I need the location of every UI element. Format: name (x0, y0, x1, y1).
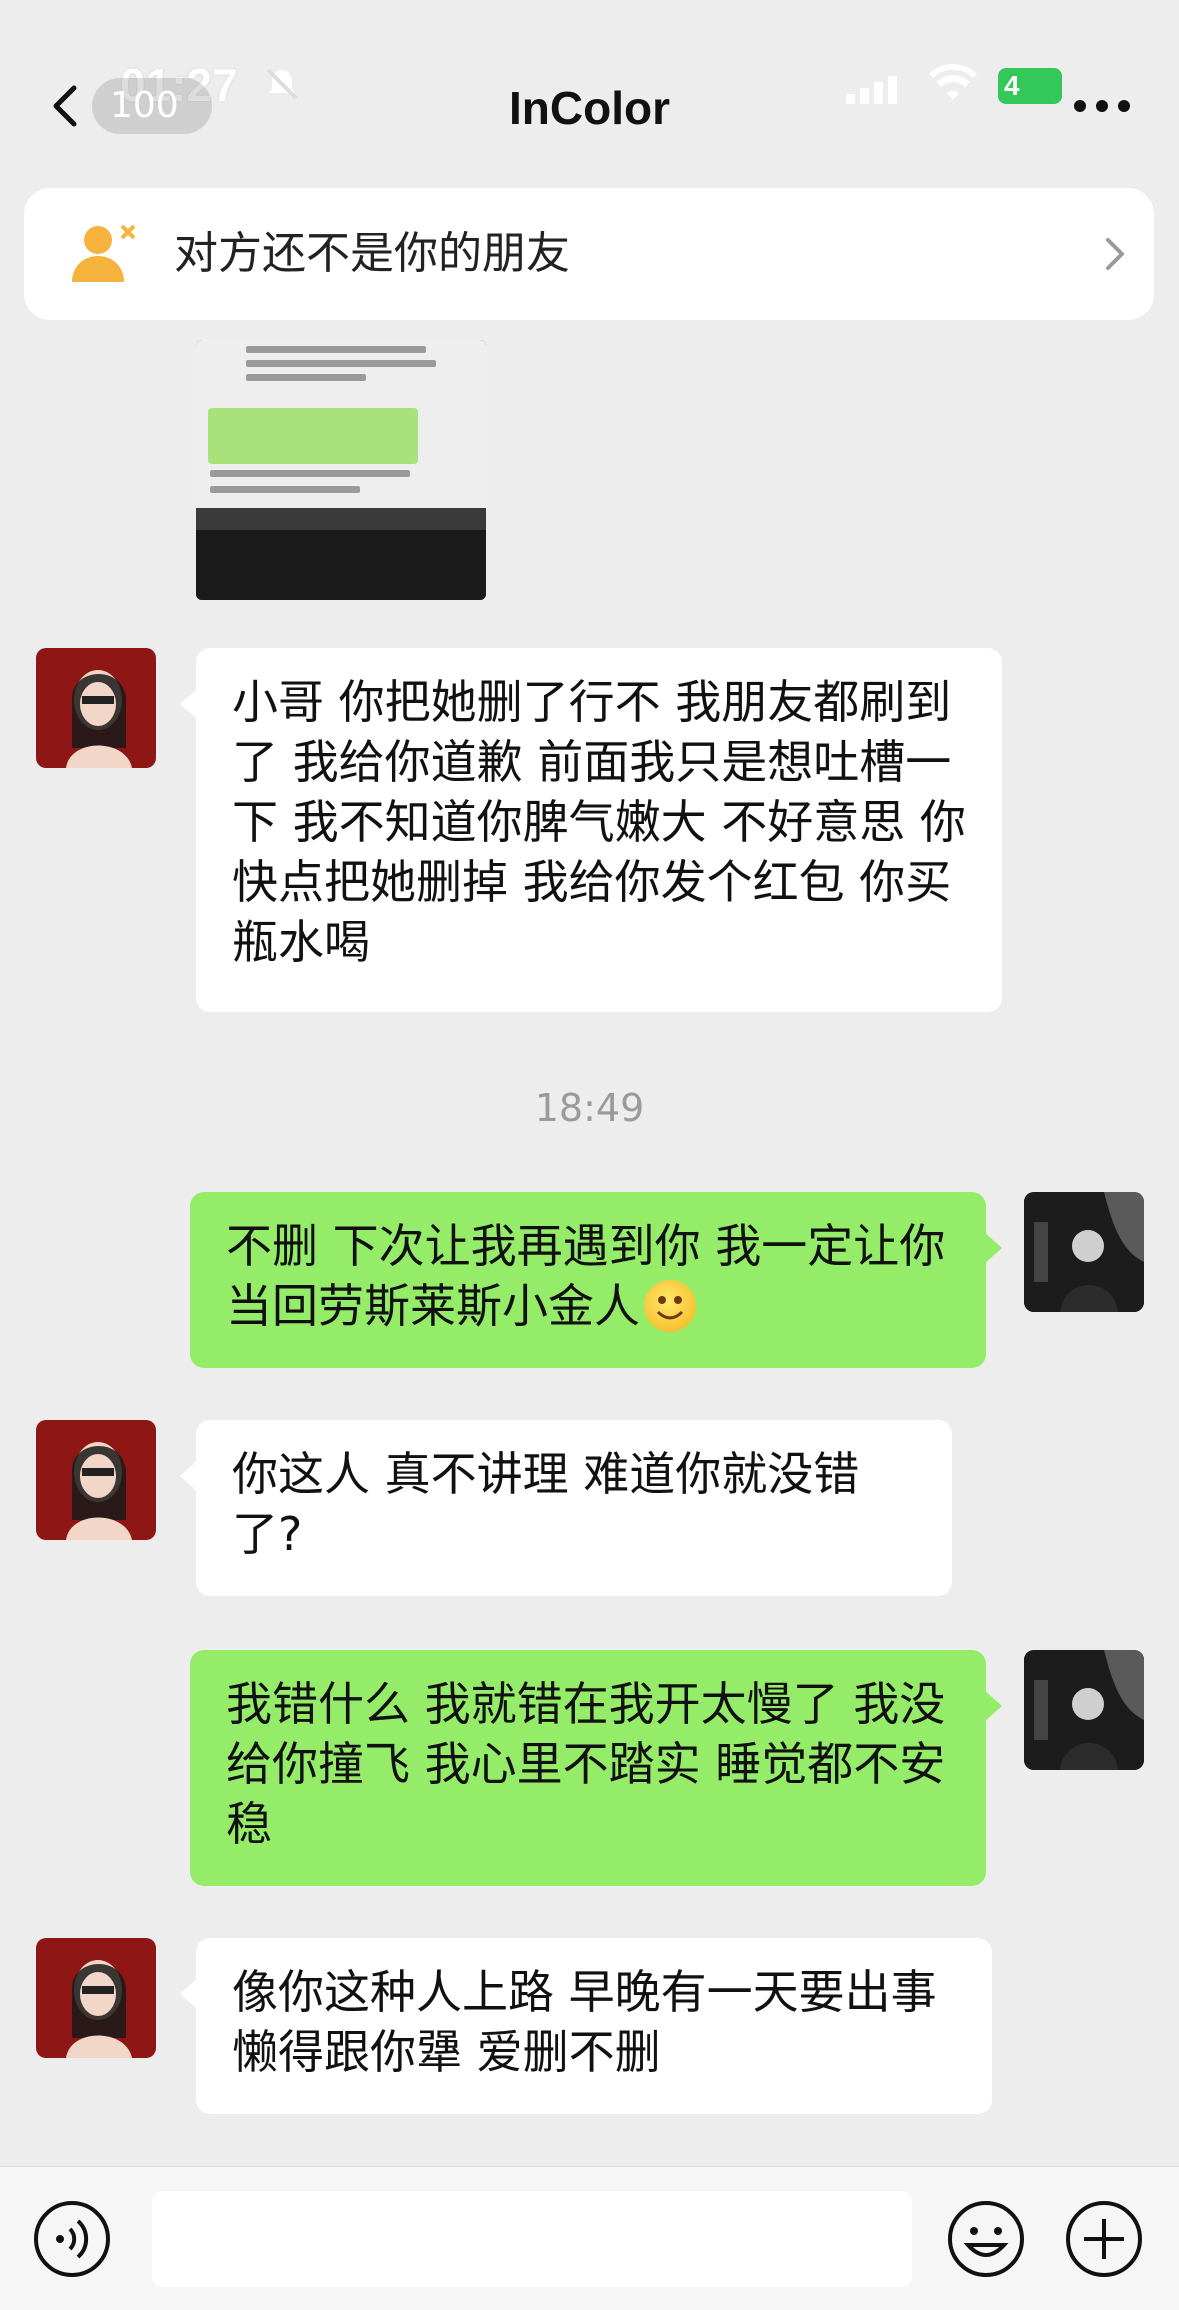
my-avatar[interactable] (1024, 1192, 1144, 1312)
message-text: 我错什么 我就错在我开太慢了 我没给你撞飞 我心里不踏实 睡觉都不安稳 (226, 1677, 946, 1851)
message-timestamp: 18:49 (534, 1086, 645, 1130)
smiley-emoji-icon (644, 1280, 696, 1332)
outgoing-message-bubble: 我错什么 我就错在我开太慢了 我没给你撞飞 我心里不踏实 睡觉都不安稳 (190, 1650, 1002, 1886)
message-input[interactable] (152, 2191, 912, 2287)
my-avatar[interactable] (1024, 1650, 1144, 1770)
not-friend-text: 对方还不是你的朋友 (174, 228, 570, 279)
incoming-message-bubble: 像你这种人上路 早晚有一天要出事 懒得跟你犟 爱删不删 (180, 1938, 992, 2114)
more-dots-icon[interactable] (1070, 94, 1134, 118)
contact-avatar[interactable] (36, 648, 156, 768)
message-text: 像你这种人上路 早晚有一天要出事 懒得跟你犟 爱删不删 (232, 1965, 937, 2079)
message-text: 不删 下次让我再遇到你 我一定让你当回劳斯莱斯小金人 (226, 1219, 946, 1333)
message-text: 你这人 真不讲理 难道你就没错了? (232, 1447, 860, 1561)
chat-title: InColor (509, 82, 670, 134)
not-friend-banner[interactable]: 对方还不是你的朋友 (24, 188, 1154, 320)
voice-icon[interactable] (32, 2199, 112, 2283)
user-not-friend-icon (70, 222, 140, 290)
contact-avatar[interactable] (36, 1420, 156, 1540)
message-input-bar (0, 2166, 1179, 2310)
thumbnail-comment-bar (196, 530, 486, 600)
contact-avatar[interactable] (36, 1938, 156, 2058)
chevron-right-icon (1100, 234, 1130, 278)
thumbnail-content (196, 340, 486, 526)
message-text: 小哥 你把她删了行不 我朋友都刷到了 我给你道歉 前面我只是想吐槽一下 我不知道… (232, 675, 966, 969)
incoming-message-bubble: 小哥 你把她删了行不 我朋友都刷到了 我给你道歉 前面我只是想吐槽一下 我不知道… (180, 648, 1002, 1012)
incoming-message-bubble: 你这人 真不讲理 难道你就没错了? (180, 1420, 952, 1596)
outgoing-message-bubble: 不删 下次让我再遇到你 我一定让你当回劳斯莱斯小金人 (190, 1192, 1002, 1368)
emoji-icon[interactable] (946, 2199, 1026, 2283)
chat-header: 100 InColor (0, 56, 1179, 156)
image-message-thumbnail[interactable] (196, 340, 486, 600)
thumbnail-search-bar (196, 508, 486, 530)
plus-icon[interactable] (1064, 2199, 1144, 2283)
